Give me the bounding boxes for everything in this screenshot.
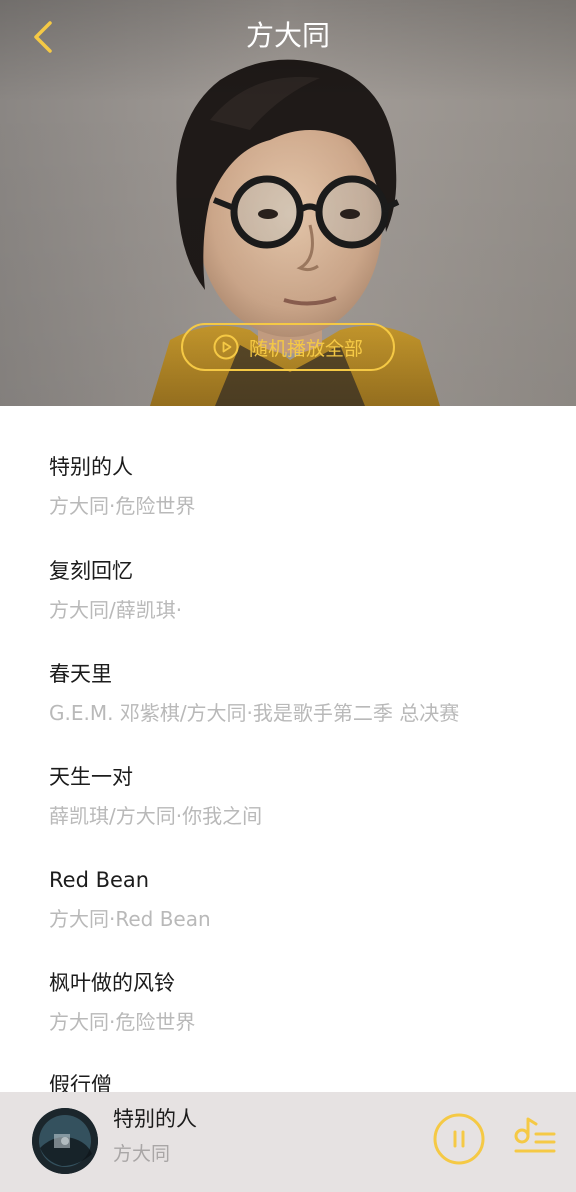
song-item[interactable]: 假行僧 (49, 1070, 549, 1092)
song-item[interactable]: Red Bean 方大同·Red Bean (49, 865, 549, 933)
song-subtitle: 方大同·危险世界 (49, 1010, 196, 1034)
shuffle-play-all-label: 随机播放全部 (248, 337, 363, 360)
play-circle-icon (213, 334, 239, 360)
album-art (32, 1108, 98, 1174)
song-title: 天生一对 (49, 765, 133, 789)
now-playing-title: 特别的人 (113, 1107, 197, 1131)
song-subtitle: 薛凯琪/方大同·你我之间 (49, 804, 263, 828)
song-subtitle: 方大同·Red Bean (49, 907, 211, 931)
song-item[interactable]: 春天里 G.E.M. 邓紫棋/方大同·我是歌手第二季 总决赛 (49, 659, 549, 727)
song-title: Red Bean (49, 868, 150, 892)
pause-button[interactable] (432, 1112, 486, 1166)
song-title: 特别的人 (49, 455, 133, 479)
pause-circle-icon (433, 1113, 485, 1165)
song-title: 枫叶做的风铃 (49, 971, 175, 995)
mini-player[interactable]: 特别的人 方大同 (0, 1092, 576, 1192)
artist-page: 方大同 随机播放全部 特别的人 方大同·危险世界 复刻回忆 方大同/薛凯琪· 春… (0, 0, 576, 1192)
song-subtitle: 方大同·危险世界 (49, 494, 196, 518)
song-subtitle: 方大同/薛凯琪· (49, 598, 183, 622)
page-title: 方大同 (245, 19, 330, 52)
song-title: 春天里 (49, 662, 112, 686)
playlist-button[interactable] (512, 1114, 558, 1160)
album-cover[interactable] (32, 1108, 98, 1174)
now-playing-artist: 方大同 (113, 1143, 171, 1165)
song-item[interactable]: 枫叶做的风铃 方大同·危险世界 (49, 968, 549, 1036)
shuffle-play-all-button[interactable]: 随机播放全部 (181, 323, 395, 371)
song-item[interactable]: 复刻回忆 方大同/薛凯琪· (49, 556, 549, 624)
playlist-icon (514, 1117, 556, 1153)
song-item[interactable]: 天生一对 薛凯琪/方大同·你我之间 (49, 762, 549, 830)
song-list: 特别的人 方大同·危险世界 复刻回忆 方大同/薛凯琪· 春天里 G.E.M. 邓… (0, 406, 576, 1092)
song-item[interactable]: 特别的人 方大同·危险世界 (49, 452, 549, 520)
song-title: 假行僧 (49, 1073, 112, 1092)
song-title: 复刻回忆 (49, 559, 133, 583)
artist-hero: 方大同 随机播放全部 (0, 0, 576, 406)
song-subtitle: G.E.M. 邓紫棋/方大同·我是歌手第二季 总决赛 (49, 701, 460, 725)
